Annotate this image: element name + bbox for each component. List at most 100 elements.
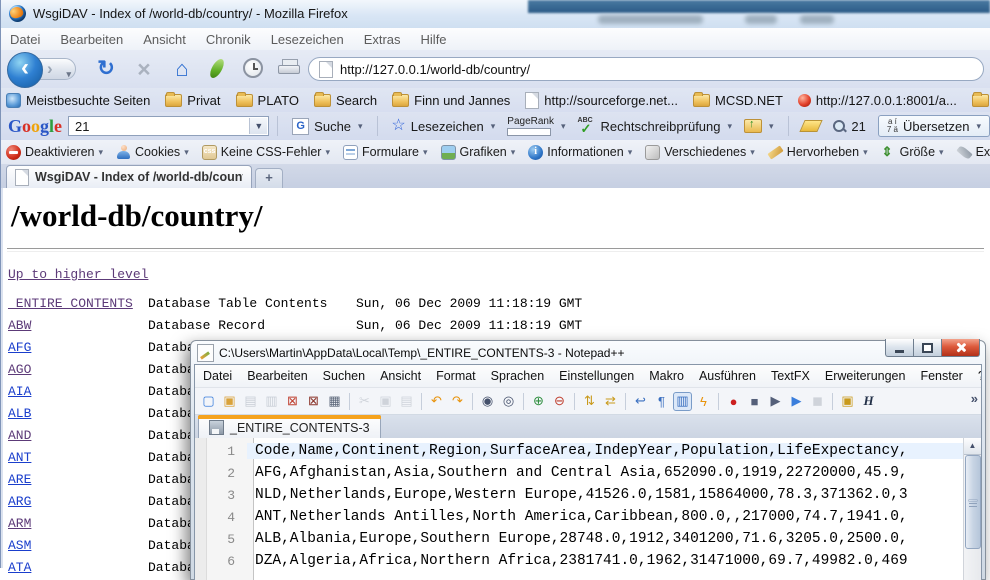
menu-ansicht[interactable]: Ansicht: [143, 32, 186, 47]
devtool-misc[interactable]: Verschiedenes▾: [645, 145, 755, 160]
lesezeichen-label[interactable]: Lesezeichen: [411, 119, 484, 134]
save-macro-icon[interactable]: ◼: [808, 392, 827, 411]
sync-scroll-h-icon[interactable]: ⇄: [601, 392, 620, 411]
reload-button[interactable]: ↻: [92, 55, 120, 83]
devtool-outline[interactable]: Hervorheben▾: [768, 145, 868, 160]
devtool-forms[interactable]: Formulare▾: [343, 145, 428, 160]
devtool-resize[interactable]: Größe ▾: [881, 145, 944, 160]
bookmark-label[interactable]: http://127.0.0.1:8001/a...: [816, 93, 957, 108]
back-button[interactable]: ‹: [7, 52, 43, 88]
tab-label[interactable]: WsgiDAV - Index of /world-db/count...: [35, 170, 243, 184]
menu-hilfe[interactable]: Hilfe: [421, 32, 447, 47]
document-tab-label[interactable]: _ENTIRE_CONTENTS-3: [230, 421, 370, 435]
bookmark-label[interactable]: http://sourceforge.net...: [544, 93, 678, 108]
devtool-label[interactable]: Größe: [900, 145, 935, 159]
npp-menu-help[interactable]: ?: [978, 369, 982, 383]
up-to-higher-level-link[interactable]: Up to higher level: [8, 264, 148, 286]
listing-link-AND[interactable]: AND: [8, 425, 148, 447]
npp-menu-einstellungen[interactable]: Einstellungen: [559, 369, 634, 383]
devtool-label[interactable]: Deaktivieren: [25, 145, 94, 159]
listing-link-_ENTIRE_CONTENTS[interactable]: _ENTIRE_CONTENTS: [8, 293, 148, 315]
new-file-icon[interactable]: ▢: [199, 392, 218, 411]
npp-menu-erweiterungen[interactable]: Erweiterungen: [825, 369, 906, 383]
bookmark-label[interactable]: PLATO: [258, 93, 299, 108]
google-bookmarks-button[interactable]: ☆ Lesezeichen ▾: [391, 118, 495, 134]
npp-menu-datei[interactable]: Datei: [203, 369, 232, 383]
npp-menu-ansicht[interactable]: Ansicht: [380, 369, 421, 383]
chevron-down-icon[interactable]: ▾: [750, 147, 755, 158]
copy-icon[interactable]: ▣: [376, 392, 395, 411]
chevron-down-icon[interactable]: ▾: [325, 147, 330, 158]
devtool-css[interactable]: Keine CSS-Fehler▾: [202, 145, 330, 160]
devtool-images[interactable]: Grafiken▾: [441, 145, 516, 160]
show-all-chars-icon[interactable]: ¶: [652, 392, 671, 411]
vertical-scrollbar[interactable]: ▲: [963, 438, 981, 580]
sync-scroll-v-icon[interactable]: ⇅: [580, 392, 599, 411]
npp-menu-sprachen[interactable]: Sprachen: [491, 369, 545, 383]
bookmark-item[interactable]: Search: [314, 93, 377, 108]
url-bar[interactable]: http://127.0.0.1/world-db/country/: [308, 57, 984, 81]
google-search-input[interactable]: 21 ▼: [68, 116, 269, 136]
bookmark-item[interactable]: Privat: [165, 93, 220, 108]
devtool-label[interactable]: Grafiken: [460, 145, 507, 159]
editor-line[interactable]: 5ALB,Albania,Europe,Southern Europe,2874…: [195, 528, 964, 550]
bookmark-item[interactable]: Finn und Jannes: [392, 93, 510, 108]
close-doc-icon[interactable]: ⊠: [283, 392, 302, 411]
chevron-down-icon[interactable]: ▾: [491, 121, 496, 132]
search-dropdown-button[interactable]: ▼: [249, 118, 267, 134]
stop-macro-icon[interactable]: ■: [745, 392, 764, 411]
bookmark-label[interactable]: Finn und Jannes: [414, 93, 510, 108]
bookmark-item[interactable]: Tree Samples: [972, 93, 990, 108]
open-folder-icon[interactable]: ▣: [220, 392, 239, 411]
npp-menu-makro[interactable]: Makro: [649, 369, 684, 383]
bookmark-item[interactable]: http://127.0.0.1:8001/a...: [798, 93, 957, 108]
forward-history-caret[interactable]: ▾: [66, 64, 71, 84]
spellcheck-button[interactable]: Rechtschreibprüfung ▾: [578, 118, 733, 134]
restore-button[interactable]: [913, 339, 941, 357]
google-search-value[interactable]: 21: [75, 119, 89, 134]
line-text[interactable]: Code,Name,Continent,Region,SurfaceArea,I…: [247, 443, 964, 459]
npp-menu-ausführen[interactable]: Ausführen: [699, 369, 756, 383]
listing-link-AFG[interactable]: AFG: [8, 337, 148, 359]
chevron-down-icon[interactable]: ▾: [976, 121, 981, 132]
chevron-down-icon[interactable]: ▾: [939, 147, 944, 158]
devtool-info[interactable]: Informationen▾: [528, 145, 632, 160]
chevron-down-icon[interactable]: ▾: [863, 147, 868, 158]
zoom-indicator[interactable]: 21: [832, 119, 865, 134]
scrollbar-thumb[interactable]: [965, 455, 981, 549]
devtool-label[interactable]: Keine CSS-Fehler: [221, 145, 322, 159]
bookmark-item[interactable]: Meistbesuchte Seiten: [6, 93, 150, 108]
replace-icon[interactable]: ◎: [499, 392, 518, 411]
listing-link-ARE[interactable]: ARE: [8, 469, 148, 491]
listing-link-ANT[interactable]: ANT: [8, 447, 148, 469]
npp-menu-suchen[interactable]: Suchen: [323, 369, 365, 383]
history-clock-icon[interactable]: [243, 58, 263, 78]
chevron-down-icon[interactable]: ▾: [184, 147, 189, 158]
bookmark-item[interactable]: PLATO: [236, 93, 299, 108]
bookmark-label[interactable]: Privat: [187, 93, 220, 108]
save-icon[interactable]: ▤: [241, 392, 260, 411]
bookmark-label[interactable]: Meistbesuchte Seiten: [26, 93, 150, 108]
menu-datei[interactable]: Datei: [10, 32, 40, 47]
devtool-disable[interactable]: Deaktivieren▾: [6, 145, 103, 160]
undo-icon[interactable]: ↶: [427, 392, 446, 411]
bookmark-label[interactable]: MCSD.NET: [715, 93, 783, 108]
redo-icon[interactable]: ↷: [448, 392, 467, 411]
menu-chronik[interactable]: Chronik: [206, 32, 251, 47]
print-button[interactable]: [278, 59, 300, 77]
line-text[interactable]: AFG,Afghanistan,Asia,Southern and Centra…: [247, 465, 964, 481]
editor-lines[interactable]: 1Code,Name,Continent,Region,SurfaceArea,…: [195, 440, 964, 572]
function-list-icon[interactable]: ϟ: [694, 392, 713, 411]
menu-lesezeichen[interactable]: Lesezeichen: [271, 32, 344, 47]
line-text[interactable]: NLD,Netherlands,Europe,Western Europe,41…: [247, 487, 964, 503]
feedly-leaf-icon[interactable]: [208, 57, 226, 80]
listing-link-ATA[interactable]: ATA: [8, 557, 148, 579]
new-tab-button[interactable]: +: [255, 168, 283, 188]
editor-line[interactable]: 2AFG,Afghanistan,Asia,Southern and Centr…: [195, 462, 964, 484]
google-search-button[interactable]: G Suche ▾: [292, 118, 362, 135]
listing-link-AIA[interactable]: AIA: [8, 381, 148, 403]
zoom-out-icon[interactable]: ⊖: [550, 392, 569, 411]
pagerank-widget[interactable]: PageRank ▾: [507, 117, 565, 136]
site-identity-icon[interactable]: [319, 61, 333, 78]
listing-link-AGO[interactable]: AGO: [8, 359, 148, 381]
